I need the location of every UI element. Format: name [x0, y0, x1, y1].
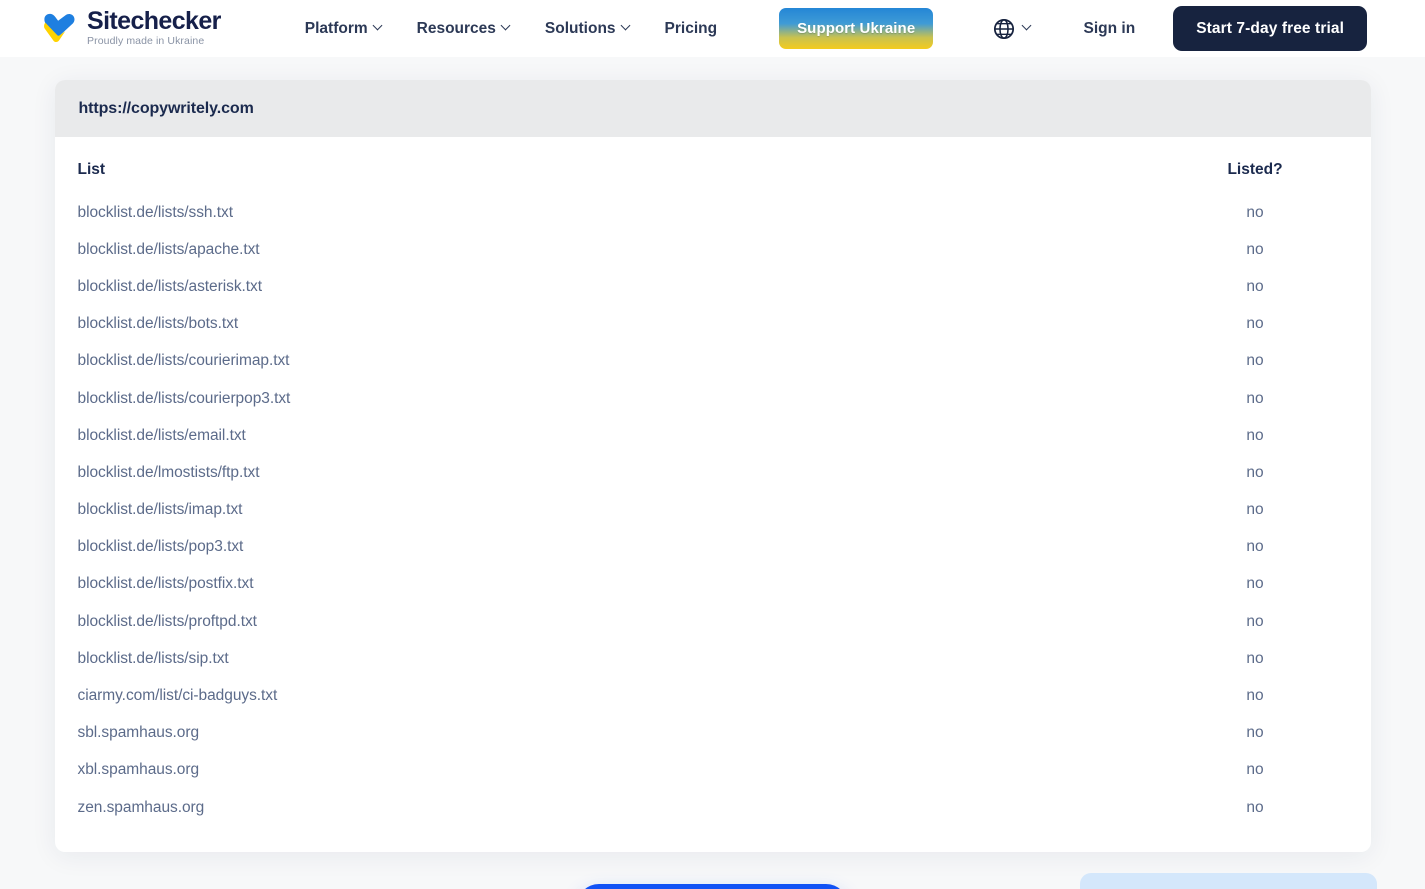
nav-item-solutions-label: Solutions	[544, 19, 616, 37]
cell-list: blocklist.de/lists/ssh.txt	[77, 203, 234, 221]
table-row[interactable]: ciarmy.com/list/ci-badguys.txt no	[78, 677, 1348, 714]
cell-listed: no	[1246, 203, 1264, 221]
cell-listed: no	[1246, 798, 1264, 816]
cell-listed: no	[1246, 649, 1264, 667]
table-header-row: List Listed?	[78, 137, 1348, 194]
nav-item-pricing-label: Pricing	[664, 19, 718, 37]
table-row[interactable]: blocklist.de/lists/courierimap.txt no	[78, 343, 1348, 380]
table-row[interactable]: blocklist.de/lists/courierpop3.txt no	[78, 380, 1348, 417]
support-ukraine-button[interactable]: Support Ukraine	[779, 8, 934, 49]
start-free-trial-button[interactable]: Start 7-day free trial	[1173, 6, 1367, 51]
cell-list: blocklist.de/lmostists/ftp.txt	[77, 463, 260, 481]
cell-listed: no	[1246, 724, 1264, 742]
brand-name: Sitechecker	[87, 7, 221, 36]
cell-listed: no	[1246, 687, 1264, 705]
table-row[interactable]: blocklist.de/lists/asterisk.txt no	[78, 268, 1348, 305]
table-row[interactable]: blocklist.de/lists/postfix.txt no	[78, 566, 1348, 603]
report-table-wrapper: List Listed? blocklist.de/lists/ssh.txt …	[55, 137, 1371, 852]
cell-list: blocklist.de/lists/courierpop3.txt	[77, 389, 291, 407]
table-row[interactable]: blocklist.de/lists/ssh.txt no	[78, 194, 1348, 231]
chevron-down-icon	[1023, 22, 1032, 31]
table-row[interactable]: blocklist.de/lists/sip.txt no	[78, 640, 1348, 677]
column-header-listed: Listed?	[1227, 161, 1283, 178]
cell-list: blocklist.de/lists/proftpd.txt	[77, 612, 257, 630]
cell-list: blocklist.de/lists/email.txt	[77, 426, 246, 444]
blacklist-table: List Listed? blocklist.de/lists/ssh.txt …	[78, 137, 1348, 826]
table-row[interactable]: zen.spamhaus.org no	[78, 789, 1348, 826]
sign-in-link[interactable]: Sign in	[1084, 20, 1136, 38]
cell-list: sbl.spamhaus.org	[77, 724, 200, 742]
cell-listed: no	[1246, 277, 1264, 295]
nav-item-pricing[interactable]: Pricing	[665, 20, 718, 38]
main-navigation: Platform Resources Solutions Pricing Sup…	[305, 8, 934, 49]
cell-list: blocklist.de/lists/postfix.txt	[77, 575, 254, 593]
table-row[interactable]: blocklist.de/lists/pop3.txt no	[78, 529, 1348, 566]
cell-listed: no	[1246, 352, 1264, 370]
table-row[interactable]: sbl.spamhaus.org no	[78, 715, 1348, 752]
blacklist-table-body: blocklist.de/lists/ssh.txt no blocklist.…	[78, 194, 1348, 826]
cell-listed: no	[1246, 501, 1264, 519]
table-row[interactable]: blocklist.de/lists/proftpd.txt no	[78, 603, 1348, 640]
cell-list: blocklist.de/lists/imap.txt	[77, 501, 243, 519]
table-row[interactable]: blocklist.de/lists/bots.txt no	[78, 306, 1348, 343]
cell-list: zen.spamhaus.org	[77, 798, 205, 816]
brand-text: Sitechecker Proudly made in Ukraine	[87, 8, 221, 49]
cell-listed: no	[1246, 575, 1264, 593]
table-row[interactable]: blocklist.de/lists/email.txt no	[78, 417, 1348, 454]
column-header-list: List	[77, 161, 106, 178]
language-switcher[interactable]	[989, 14, 1036, 44]
cell-listed: no	[1246, 761, 1264, 779]
table-row[interactable]: blocklist.de/lists/imap.txt no	[78, 492, 1348, 529]
cell-listed: no	[1246, 389, 1264, 407]
chevron-down-icon	[374, 22, 383, 31]
globe-icon	[993, 18, 1015, 40]
report-url: https://copywritely.com	[78, 99, 254, 117]
cell-list: blocklist.de/lists/pop3.txt	[77, 538, 244, 556]
cell-list: blocklist.de/lists/sip.txt	[77, 649, 229, 667]
page-content: https://copywritely.com List Listed? blo…	[0, 57, 1425, 889]
blacklist-report-card: https://copywritely.com List Listed? blo…	[54, 80, 1371, 853]
nav-item-resources-label: Resources	[416, 19, 496, 37]
find-website-critical-errors-button[interactable]: Find website critical errors	[577, 884, 848, 889]
chat-widget-launcher[interactable]	[1080, 873, 1377, 889]
cell-listed: no	[1246, 240, 1264, 258]
chevron-down-icon	[622, 22, 631, 31]
nav-item-platform-label: Platform	[304, 19, 368, 37]
cell-list: blocklist.de/lists/apache.txt	[77, 240, 260, 258]
cell-list: blocklist.de/lists/asterisk.txt	[77, 277, 263, 295]
cell-listed: no	[1246, 426, 1264, 444]
table-row[interactable]: blocklist.de/lmostists/ftp.txt no	[78, 454, 1348, 491]
cell-list: xbl.spamhaus.org	[77, 761, 200, 779]
nav-item-resources[interactable]: Resources	[417, 20, 511, 38]
cell-listed: no	[1246, 538, 1264, 556]
sitechecker-heart-check-logo-icon	[42, 13, 76, 43]
brand-tagline: Proudly made in Ukraine	[87, 35, 205, 48]
report-url-bar: https://copywritely.com	[54, 80, 1371, 137]
chevron-down-icon	[502, 22, 511, 31]
brand-logo-link[interactable]: Sitechecker Proudly made in Ukraine	[42, 8, 221, 49]
cell-listed: no	[1246, 315, 1264, 333]
cell-listed: no	[1246, 463, 1264, 481]
cell-listed: no	[1246, 612, 1264, 630]
cell-list: blocklist.de/lists/courierimap.txt	[77, 352, 290, 370]
nav-item-platform[interactable]: Platform	[305, 20, 383, 38]
cell-list: blocklist.de/lists/bots.txt	[77, 315, 239, 333]
header-right-group: Sign in Start 7-day free trial	[989, 6, 1367, 51]
table-row[interactable]: xbl.spamhaus.org no	[78, 752, 1348, 789]
site-header: Sitechecker Proudly made in Ukraine Plat…	[0, 0, 1425, 57]
nav-item-solutions[interactable]: Solutions	[545, 20, 631, 38]
cell-list: ciarmy.com/list/ci-badguys.txt	[77, 687, 278, 705]
table-row[interactable]: blocklist.de/lists/apache.txt no	[78, 231, 1348, 268]
blacklist-table-head: List Listed?	[78, 137, 1348, 194]
